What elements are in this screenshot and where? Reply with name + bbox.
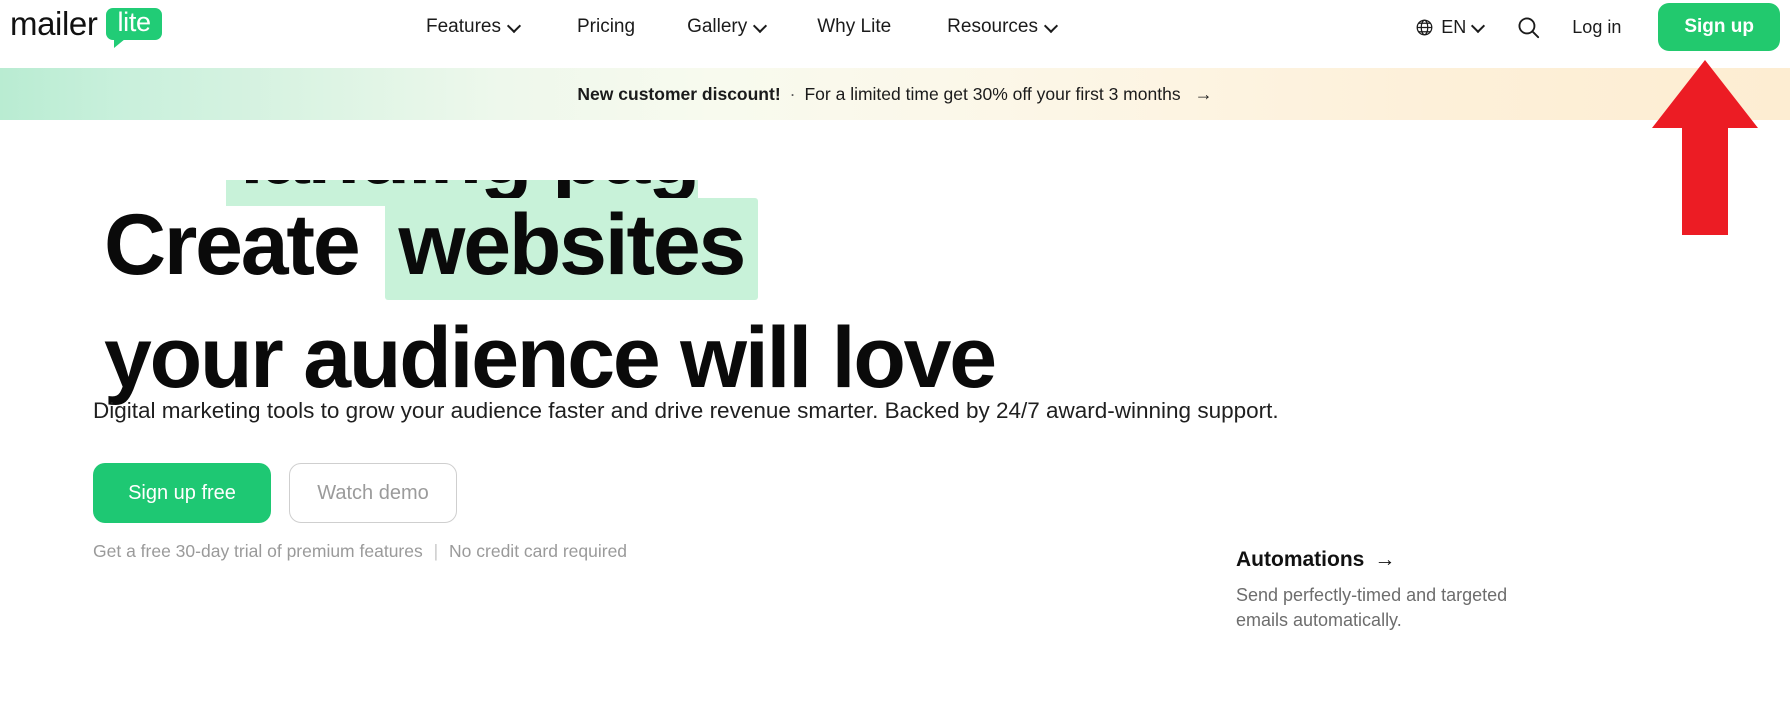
hero-subtitle: Digital marketing tools to grow your aud… <box>93 398 1279 423</box>
signup-button[interactable]: Sign up <box>1658 3 1780 51</box>
language-selector[interactable]: EN <box>1415 17 1484 38</box>
nav-item-pricing[interactable]: Pricing <box>577 16 635 38</box>
promo-banner-content: New customer discount! · For a limited t… <box>577 84 1212 105</box>
headline-prefix: Create <box>104 197 361 293</box>
nav-item-why-lite[interactable]: Why Lite <box>817 16 891 38</box>
arrow-right-icon: → <box>1374 548 1396 571</box>
login-link[interactable]: Log in <box>1572 17 1621 38</box>
chevron-down-icon <box>1473 20 1484 31</box>
trial-note-separator: | <box>433 541 439 561</box>
nav-label-gallery: Gallery <box>687 16 748 37</box>
promo-banner-text: For a limited time get 30% off your firs… <box>804 83 1181 104</box>
promo-banner[interactable]: New customer discount! · For a limited t… <box>0 68 1790 120</box>
chevron-down-icon <box>755 20 766 31</box>
trial-note-right: No credit card required <box>449 541 628 561</box>
nav-utility-links: EN Log in Sign up <box>1415 0 1780 54</box>
headline-highlight-text: websites <box>384 198 759 300</box>
promo-banner-separator: · <box>789 83 796 104</box>
headline-line-1: Create websites <box>104 198 995 302</box>
trial-note-left: Get a free 30-day trial of premium featu… <box>93 541 423 561</box>
nav-label-pricing: Pricing <box>576 16 636 37</box>
language-label: EN <box>1441 16 1467 37</box>
headline-line-2: your audience will love <box>104 310 997 406</box>
top-navigation-bar: mailer lite Features Pricing Gallery Why… <box>0 0 1790 54</box>
logo-text-lite: lite <box>106 8 162 40</box>
chevron-down-icon <box>509 20 520 31</box>
search-icon <box>1518 17 1540 38</box>
page-title: Create websites your audience will love <box>104 198 997 406</box>
logo-speech-tail-icon <box>114 39 126 48</box>
globe-icon <box>1416 19 1433 35</box>
headline-rotating-word: websites <box>384 198 759 302</box>
nav-label-features: Features <box>426 16 501 37</box>
nav-label-why-lite: Why Lite <box>817 16 892 37</box>
search-button[interactable] <box>1516 15 1541 40</box>
nav-item-resources[interactable]: Resources <box>947 16 1057 38</box>
feature-card-title-row[interactable]: Automations → <box>1236 548 1656 572</box>
nav-item-gallery[interactable]: Gallery <box>687 16 766 38</box>
nav-label-resources: Resources <box>947 16 1038 37</box>
arrow-right-icon: → <box>1194 83 1213 104</box>
mailerlite-logo[interactable]: mailer lite <box>10 4 162 48</box>
chevron-down-icon <box>1046 20 1057 31</box>
logo-text-mailer: mailer <box>10 5 98 42</box>
promo-banner-headline: New customer discount! <box>577 83 781 104</box>
trial-note: Get a free 30-day trial of premium featu… <box>93 541 627 562</box>
feature-card-automations[interactable]: Automations → Send perfectly-timed and t… <box>1236 548 1656 633</box>
logo-badge-lite: lite <box>106 8 162 48</box>
signup-free-button[interactable]: Sign up free <box>93 463 271 523</box>
watch-demo-button[interactable]: Watch demo <box>289 463 457 523</box>
feature-card-title: Automations <box>1236 548 1365 571</box>
page-root: mailer lite Features Pricing Gallery Why… <box>0 0 1790 708</box>
hero-cta-row: Sign up free Watch demo <box>93 463 457 523</box>
nav-main-links: Features Pricing Gallery Why Lite Resour… <box>426 0 1057 54</box>
feature-card-description: Send perfectly-timed and targeted emails… <box>1236 585 1508 630</box>
nav-item-features[interactable]: Features <box>426 16 520 38</box>
